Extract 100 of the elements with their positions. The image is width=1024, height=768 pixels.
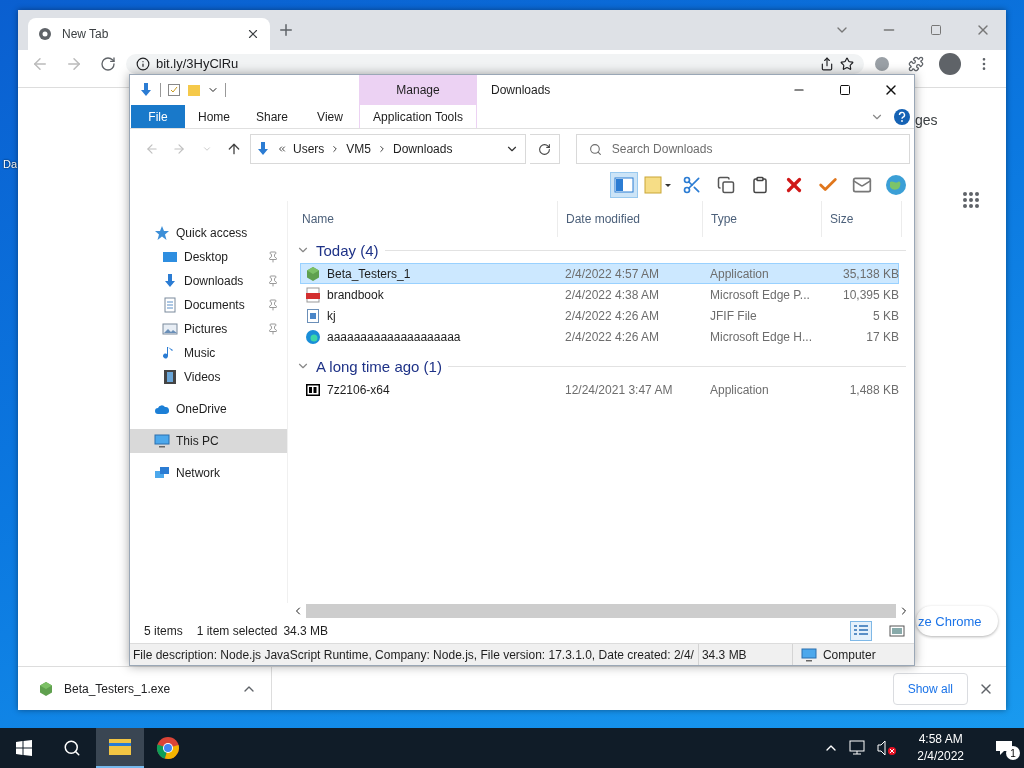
- file-row[interactable]: kj 2/4/2022 4:26 AM JFIF File 5 KB: [300, 305, 899, 326]
- computer-icon: [154, 433, 170, 449]
- browser-logo-icon: [156, 736, 180, 760]
- breadcrumb[interactable]: Users: [293, 142, 325, 156]
- extensions-icon[interactable]: [908, 56, 924, 72]
- overflow-chevron-icon[interactable]: [277, 144, 287, 154]
- column-header[interactable]: Date modified: [558, 201, 703, 237]
- pdf-icon: [305, 286, 321, 303]
- refresh-button[interactable]: [530, 134, 560, 164]
- browser-tab[interactable]: New Tab: [28, 18, 270, 50]
- column-header[interactable]: Name: [294, 201, 558, 237]
- muted-volume-icon[interactable]: [877, 740, 898, 756]
- nav-item[interactable]: This PC: [130, 429, 287, 453]
- clock[interactable]: 4:58 AM 2/4/2022: [907, 731, 974, 765]
- properties-icon[interactable]: [167, 83, 181, 97]
- globe-icon: [38, 27, 52, 41]
- file-explorer-button[interactable]: [96, 728, 144, 768]
- column-header[interactable]: Type: [703, 201, 822, 237]
- list-icon: [853, 624, 869, 638]
- computer-icon: [800, 646, 817, 663]
- extension-icon[interactable]: [873, 55, 891, 73]
- apps-grid-icon[interactable]: [962, 191, 980, 209]
- nav-item[interactable]: Network: [130, 461, 287, 485]
- breadcrumb[interactable]: VM5: [346, 142, 372, 156]
- ribbon-tab[interactable]: Home: [185, 105, 243, 128]
- copy-icon[interactable]: [717, 176, 735, 194]
- nav-item[interactable]: Quick access: [130, 221, 287, 245]
- pane-icon: [614, 176, 634, 194]
- group-header[interactable]: A long time ago (1): [296, 353, 914, 379]
- search-icon[interactable]: [63, 739, 81, 757]
- star-icon: [154, 225, 170, 241]
- refresh-icon: [538, 142, 551, 156]
- reload-icon[interactable]: [100, 56, 116, 72]
- file-row[interactable]: brandbook 2/4/2022 4:38 AM Microsoft Edge P... 10,395 KB: [300, 284, 899, 305]
- page-link-text[interactable]: ges: [915, 112, 938, 128]
- search-icon: [588, 142, 602, 156]
- globe-icon[interactable]: [885, 174, 907, 196]
- ribbon-tab[interactable]: Application Tools: [359, 105, 477, 128]
- info-icon: [136, 57, 150, 71]
- folder-icon: [108, 737, 132, 757]
- download-arrow-icon: [162, 273, 178, 289]
- ribbon-tab[interactable]: View: [301, 105, 359, 128]
- ribbon-tab[interactable]: File: [131, 105, 185, 128]
- profile-avatar[interactable]: [939, 53, 961, 75]
- new-tab-icon[interactable]: [277, 21, 295, 39]
- item-count: 5 items: [144, 624, 183, 638]
- file-row[interactable]: aaaaaaaaaaaaaaaaaaaa 2/4/2022 4:26 AM Microsoft Edge H... 17 KB: [300, 326, 899, 347]
- nav-item[interactable]: OneDrive: [130, 397, 287, 421]
- customize-button[interactable]: ze Chrome: [916, 606, 998, 636]
- cut-icon[interactable]: [682, 175, 702, 195]
- selection-size: 34.3 MB: [283, 624, 329, 638]
- image-file-icon: [305, 307, 321, 324]
- file-row[interactable]: Beta_Testers_1 2/4/2022 4:57 AM Application 35,138 KB: [300, 263, 899, 284]
- envelope-icon[interactable]: [852, 175, 872, 195]
- ribbon-tab[interactable]: Share: [243, 105, 301, 128]
- windows-start-icon[interactable]: [16, 740, 32, 756]
- details-view-button[interactable]: [850, 621, 872, 641]
- nav-item[interactable]: Downloads: [130, 269, 287, 293]
- note-dropdown-icon[interactable]: [644, 175, 672, 195]
- bookmark-star-icon[interactable]: [840, 57, 854, 71]
- breadcrumb[interactable]: Downloads: [393, 142, 453, 156]
- nav-item[interactable]: Documents: [130, 293, 287, 317]
- file-description: File description: Node.js JavaScript Runtime, Company: Node.js, File version: 17.3.1.0, Date created: 2/4/: [130, 644, 699, 665]
- large-icons-view-icon[interactable]: [889, 624, 905, 638]
- show-all-button[interactable]: Show all: [892, 672, 968, 705]
- download-arrow-icon: [255, 141, 271, 157]
- document-icon: [162, 297, 178, 313]
- desktop-icon-label[interactable]: Da: [3, 158, 18, 170]
- file-row[interactable]: 7z2106-x64 12/24/2021 3:47 AM Application 1,488 KB: [300, 379, 899, 400]
- download-arrow-icon: [138, 82, 154, 98]
- network-icon: [154, 465, 170, 481]
- address-field[interactable]: Users VM5 Downloads: [250, 134, 527, 164]
- share-icon[interactable]: [820, 57, 834, 71]
- nav-item[interactable]: Desktop: [130, 245, 287, 269]
- group-header[interactable]: Today (4): [296, 237, 914, 263]
- column-header[interactable]: Size: [822, 201, 902, 237]
- location-label: Computer: [822, 647, 876, 662]
- hexagon-icon: [38, 680, 54, 697]
- window-title: Downloads: [490, 82, 552, 97]
- hexagon-icon: [305, 265, 321, 282]
- address-bar[interactable]: bit.ly/3HyClRu: [126, 54, 864, 74]
- context-tab-header: Manage: [359, 75, 477, 105]
- scrollbar-thumb[interactable]: [306, 604, 896, 618]
- help-icon[interactable]: [894, 108, 910, 125]
- film-icon: [162, 369, 178, 385]
- archive-app-icon: [305, 381, 321, 398]
- download-item[interactable]: Beta_Testers_1.exe: [38, 667, 272, 710]
- preview-pane-button[interactable]: [610, 172, 638, 198]
- network-icon[interactable]: [849, 740, 868, 756]
- edge-icon: [305, 328, 321, 345]
- paste-icon[interactable]: [751, 176, 769, 194]
- maximize-icon[interactable]: [839, 84, 851, 96]
- nav-item[interactable]: Music: [130, 341, 287, 365]
- close-icon[interactable]: [246, 27, 260, 41]
- search-field[interactable]: Search Downloads: [575, 134, 910, 164]
- nav-item[interactable]: Videos: [130, 365, 287, 389]
- nav-item[interactable]: Pictures: [130, 317, 287, 341]
- file-size: 34.3 MB: [698, 644, 793, 665]
- picture-icon: [162, 321, 178, 337]
- notification-button[interactable]: 1: [984, 728, 1024, 768]
